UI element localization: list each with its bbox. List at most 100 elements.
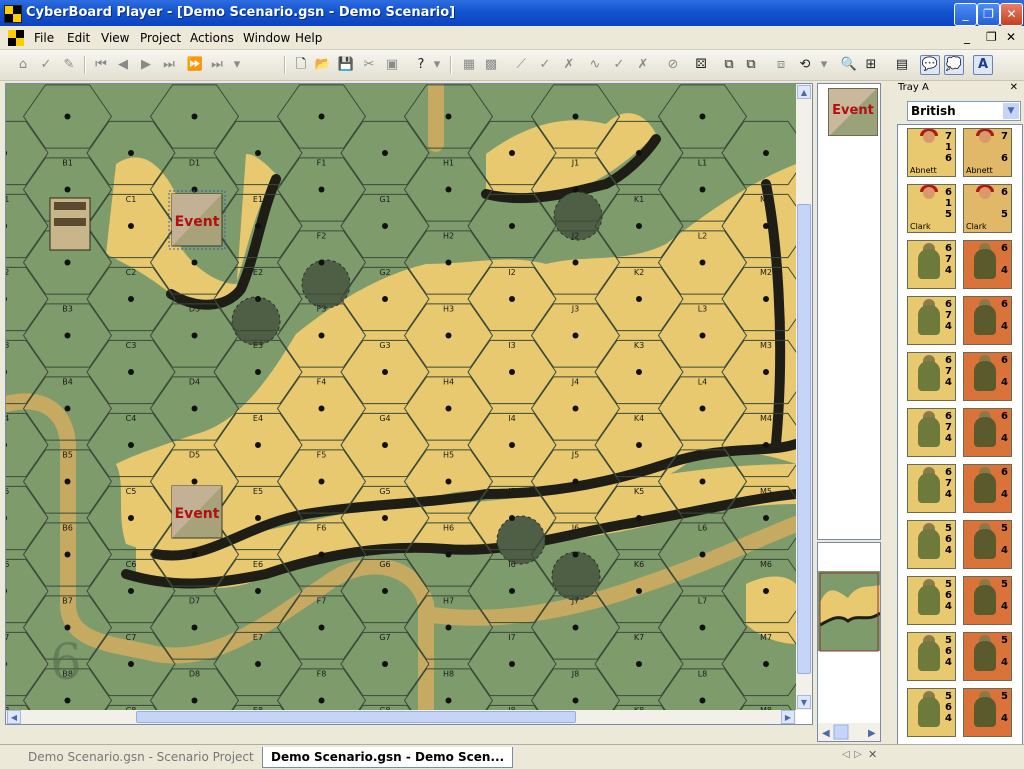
- fast-forward-icon[interactable]: ⏩: [186, 56, 204, 74]
- open-folder-icon[interactable]: 📂: [314, 56, 332, 74]
- hex-label: J4: [571, 378, 579, 387]
- text-icon[interactable]: A: [973, 55, 993, 75]
- scroll-up-icon[interactable]: ▲: [797, 85, 811, 99]
- scroll-left-icon[interactable]: ◀: [822, 728, 830, 739]
- tab-prev-icon[interactable]: ◁: [842, 749, 850, 760]
- tab-scenario-project[interactable]: Demo Scenario.gsn - Scenario Project: [20, 747, 262, 767]
- end-icon[interactable]: ⏭: [208, 56, 226, 74]
- move-icon[interactable]: ⌂: [14, 56, 32, 74]
- prev-icon[interactable]: ◀: [114, 56, 132, 74]
- map-icon[interactable]: ▤: [893, 56, 911, 74]
- stack-icon[interactable]: ⧉: [720, 56, 738, 74]
- mdi-restore-button[interactable]: ❐: [986, 30, 997, 44]
- hex-center-dot: [255, 150, 261, 156]
- save-icon[interactable]: 💾: [337, 56, 355, 74]
- dropdown-icon[interactable]: ▾: [428, 56, 446, 74]
- tool-icon[interactable]: ∿: [586, 56, 604, 74]
- map-view[interactable]: A1A2A3A4A5A6A7A8B1B2B3B4B5B6B7B8C1C2C3C4…: [6, 84, 796, 710]
- stamp-icon[interactable]: ▣: [383, 56, 401, 74]
- tool-icon[interactable]: ✓: [536, 56, 554, 74]
- menu-edit[interactable]: Edit: [67, 31, 90, 45]
- tray-group-select[interactable]: British ▼: [907, 101, 1021, 121]
- tray-close-button[interactable]: ✕: [1010, 82, 1018, 93]
- unit-counter[interactable]: 674: [907, 296, 956, 345]
- close-button[interactable]: ✕: [1000, 3, 1023, 26]
- unit-counter[interactable]: 674: [907, 352, 956, 401]
- menu-window[interactable]: Window: [243, 31, 290, 45]
- zoom-icon[interactable]: 🔍: [840, 56, 858, 74]
- chat-icon[interactable]: 💬: [920, 55, 940, 75]
- tool-icon[interactable]: ⟋: [512, 56, 530, 74]
- restore-button[interactable]: ❐: [977, 3, 1000, 26]
- scroll-down-icon[interactable]: ▼: [797, 695, 811, 709]
- tool-icon[interactable]: ✗: [560, 56, 578, 74]
- broken-unit-counter[interactable]: 54: [963, 520, 1012, 569]
- broken-unit-counter[interactable]: 64: [963, 296, 1012, 345]
- mdi-close-button[interactable]: ✕: [1006, 30, 1016, 44]
- scroll-thumb[interactable]: [797, 204, 811, 674]
- minimize-button[interactable]: _: [954, 3, 977, 26]
- tool-icon[interactable]: ✗: [634, 56, 652, 74]
- rotate-icon[interactable]: ⟲: [796, 56, 814, 74]
- overview-map[interactable]: ◀ ▶: [817, 542, 881, 742]
- dropdown-icon[interactable]: ▾: [228, 56, 246, 74]
- first-icon[interactable]: ⏮: [92, 56, 110, 74]
- stack-icon[interactable]: ⧉: [742, 56, 760, 74]
- broken-unit-counter[interactable]: 7 6 Abnett: [963, 128, 1012, 177]
- tab-demo-scenario[interactable]: Demo Scenario.gsn - Demo Scen...: [262, 747, 514, 768]
- event-marker[interactable]: Event: [171, 485, 223, 539]
- unit-counter[interactable]: 674: [907, 464, 956, 513]
- tab-close-icon[interactable]: ✕: [868, 748, 877, 761]
- last-icon[interactable]: ⏭: [160, 56, 178, 74]
- chevron-down-icon[interactable]: ▼: [1003, 103, 1019, 119]
- zoom-fit-icon[interactable]: ⊞: [862, 56, 880, 74]
- hex-map[interactable]: A1A2A3A4A5A6A7A8B1B2B3B4B5B6B7B8C1C2C3C4…: [6, 84, 796, 710]
- tool-icon[interactable]: ▩: [482, 56, 500, 74]
- edit-icon[interactable]: ✎: [60, 56, 78, 74]
- app-icon[interactable]: [4, 5, 22, 23]
- menu-view[interactable]: View: [101, 31, 129, 45]
- scroll-left-icon[interactable]: ◀: [7, 710, 21, 724]
- new-document-icon[interactable]: 🗋: [292, 56, 310, 74]
- unit-counter[interactable]: 564: [907, 688, 956, 737]
- tool-icon[interactable]: ✓: [610, 56, 628, 74]
- unit-counter[interactable]: 6 1 5 Clark: [907, 184, 956, 233]
- broken-unit-counter[interactable]: 6 5 Clark: [963, 184, 1012, 233]
- menu-actions[interactable]: Actions: [190, 31, 234, 45]
- menu-project[interactable]: Project: [140, 31, 181, 45]
- broken-unit-counter[interactable]: 64: [963, 240, 1012, 289]
- unit-counter[interactable]: 564: [907, 632, 956, 681]
- menu-help[interactable]: Help: [295, 31, 322, 45]
- unit-counter[interactable]: 564: [907, 576, 956, 625]
- check-icon[interactable]: ✓: [37, 56, 55, 74]
- document-icon[interactable]: [8, 30, 24, 46]
- layers-icon[interactable]: ⧈: [772, 56, 790, 74]
- tray-list[interactable]: 7 1 6 Abnett 7 6 Abnett 6 1 5 Clark 6 5 Clark 6 7 4 6 4 6 7 4…: [897, 124, 1023, 762]
- event-marker[interactable]: Event: [168, 190, 226, 250]
- dropdown-icon[interactable]: ▾: [815, 56, 833, 74]
- tab-next-icon[interactable]: ▷: [854, 749, 862, 760]
- scroll-right-icon[interactable]: ▶: [868, 728, 876, 739]
- tool-icon[interactable]: ⊘: [664, 56, 682, 74]
- menu-file[interactable]: File: [34, 31, 54, 45]
- scroll-thumb[interactable]: [136, 711, 576, 723]
- mdi-minimize-button[interactable]: _: [964, 30, 970, 44]
- broken-unit-counter[interactable]: 64: [963, 408, 1012, 457]
- broken-unit-counter[interactable]: 54: [963, 632, 1012, 681]
- map-vertical-scrollbar[interactable]: ▲ ▼: [796, 84, 812, 710]
- broken-unit-counter[interactable]: 54: [963, 688, 1012, 737]
- cut-icon[interactable]: ✂: [360, 56, 378, 74]
- unit-counter[interactable]: 674: [907, 408, 956, 457]
- map-horizontal-scrollbar[interactable]: ◀ ▶: [6, 710, 796, 724]
- unit-counter[interactable]: 564: [907, 520, 956, 569]
- unit-counter[interactable]: 674: [907, 240, 956, 289]
- broken-unit-counter[interactable]: 64: [963, 464, 1012, 513]
- next-icon[interactable]: ▶: [137, 56, 155, 74]
- chat-icon[interactable]: 💭: [944, 55, 964, 75]
- broken-unit-counter[interactable]: 54: [963, 576, 1012, 625]
- dice-icon[interactable]: ⚄: [692, 56, 710, 74]
- unit-counter[interactable]: 7 1 6 Abnett: [907, 128, 956, 177]
- tool-icon[interactable]: ▦: [460, 56, 478, 74]
- scroll-right-icon[interactable]: ▶: [781, 710, 795, 724]
- broken-unit-counter[interactable]: 64: [963, 352, 1012, 401]
